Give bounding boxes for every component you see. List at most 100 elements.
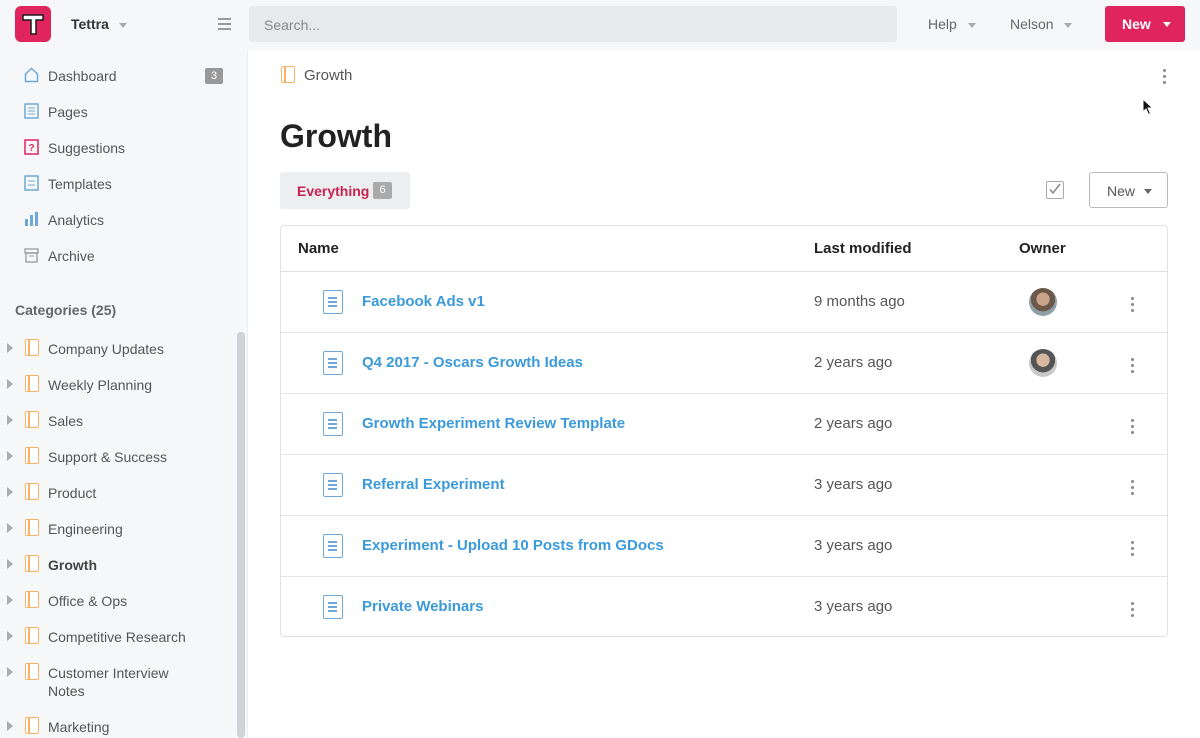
tab-count-badge: 6 [373,182,392,199]
table-row[interactable]: Facebook Ads v1 9 months ago [281,272,1167,333]
book-icon [281,66,295,83]
select-checkbox[interactable] [1046,181,1064,199]
expand-arrow-icon[interactable] [7,343,13,353]
page-link[interactable]: Facebook Ads v1 [362,293,485,310]
check-icon [1049,183,1061,195]
column-header-owner[interactable]: Owner [1019,240,1066,257]
document-icon [323,412,343,436]
category-label: Competitive Research [48,629,186,645]
last-modified: 3 years ago [814,537,893,554]
question-icon: ? [24,139,39,155]
column-header-name[interactable]: Name [298,240,339,257]
table-row[interactable]: Q4 2017 - Oscars Growth Ideas 2 years ag… [281,333,1167,394]
new-page-button[interactable]: New [1089,172,1168,208]
category-label: Office & Ops [48,593,128,609]
new-button-label: New [1122,16,1151,32]
category-label: Product [48,485,97,501]
table-row[interactable]: Growth Experiment Review Template 2 year… [281,394,1167,455]
chevron-down-icon[interactable] [968,23,976,28]
document-icon [323,473,343,497]
breadcrumb[interactable]: Growth [304,67,352,84]
book-icon [25,717,39,734]
sidebar-item-label: Templates [48,176,112,192]
more-options-icon[interactable] [1163,69,1167,87]
row-options-icon[interactable] [1131,297,1135,315]
top-bar: Tettra Search... Help Nelson New [0,0,1200,50]
chevron-down-icon[interactable] [1064,23,1072,28]
last-modified: 3 years ago [814,598,893,615]
avatar[interactable] [1029,349,1057,377]
page-link[interactable]: Private Webinars [362,598,483,615]
book-icon [25,555,39,572]
sidebar-item-label: Pages [48,104,88,120]
category-label: Engineering [48,521,123,537]
document-icon [323,351,343,375]
document-icon [323,290,343,314]
category-label: Marketing [48,719,110,735]
book-icon [25,483,39,500]
document-icon [323,595,343,619]
document-icon [323,534,343,558]
chart-icon [25,212,38,226]
row-options-icon[interactable] [1131,419,1135,437]
page-title: Growth [280,118,392,154]
last-modified: 2 years ago [814,415,893,432]
tettra-logo-icon[interactable] [15,6,51,42]
sidebar-item-label: Suggestions [48,140,126,156]
category-label: Growth [48,557,97,573]
row-options-icon[interactable] [1131,358,1135,376]
book-icon [25,339,39,356]
expand-arrow-icon[interactable] [7,595,13,605]
last-modified: 9 months ago [814,293,905,310]
category-label: Support & Success [48,449,168,465]
category-label: Customer Interview Notes [48,665,169,699]
user-menu[interactable]: Nelson [1010,16,1054,32]
row-options-icon[interactable] [1131,541,1135,559]
search-input[interactable]: Search... [249,6,897,42]
sidebar-scrollbar[interactable] [237,332,245,738]
page-link[interactable]: Experiment - Upload 10 Posts from GDocs [362,537,664,554]
home-icon [24,67,39,83]
expand-arrow-icon[interactable] [7,379,13,389]
last-modified: 3 years ago [814,476,893,493]
help-menu[interactable]: Help [928,16,957,32]
book-icon [25,447,39,464]
workspace-name[interactable]: Tettra [71,16,109,32]
expand-arrow-icon[interactable] [7,559,13,569]
book-icon [25,411,39,428]
expand-arrow-icon[interactable] [7,487,13,497]
row-options-icon[interactable] [1131,602,1135,620]
expand-arrow-icon[interactable] [7,415,13,425]
new-button[interactable]: New [1105,6,1185,42]
page-link[interactable]: Q4 2017 - Oscars Growth Ideas [362,354,583,371]
sidebar: Dashboard 3 Pages ? Suggestions Template… [0,50,248,738]
expand-arrow-icon[interactable] [7,523,13,533]
last-modified: 2 years ago [814,354,893,371]
column-header-modified[interactable]: Last modified [814,240,912,257]
table-row[interactable]: Referral Experiment 3 years ago [281,455,1167,516]
svg-text:?: ? [28,143,34,154]
book-icon [25,591,39,608]
expand-arrow-icon[interactable] [7,631,13,641]
page-link[interactable]: Growth Experiment Review Template [362,415,625,432]
category-label: Sales [48,413,84,429]
chevron-down-icon [1144,189,1152,194]
tab-label: Everything [297,183,370,199]
table-row[interactable]: Private Webinars 3 years ago [281,577,1167,638]
row-options-icon[interactable] [1131,480,1135,498]
tab-everything[interactable]: Everything 6 [280,172,410,209]
chevron-down-icon [1163,22,1171,27]
chevron-down-icon[interactable] [119,23,127,28]
avatar[interactable] [1029,288,1057,316]
mouse-cursor-icon [1142,98,1154,116]
sidebar-item-label: Analytics [48,212,105,228]
expand-arrow-icon[interactable] [7,451,13,461]
category-label: Weekly Planning [48,377,153,393]
menu-icon[interactable] [218,18,231,30]
expand-arrow-icon[interactable] [7,667,13,677]
page-link[interactable]: Referral Experiment [362,476,505,493]
book-icon [25,375,39,392]
book-icon [25,663,39,680]
expand-arrow-icon[interactable] [7,721,13,731]
table-row[interactable]: Experiment - Upload 10 Posts from GDocs … [281,516,1167,577]
